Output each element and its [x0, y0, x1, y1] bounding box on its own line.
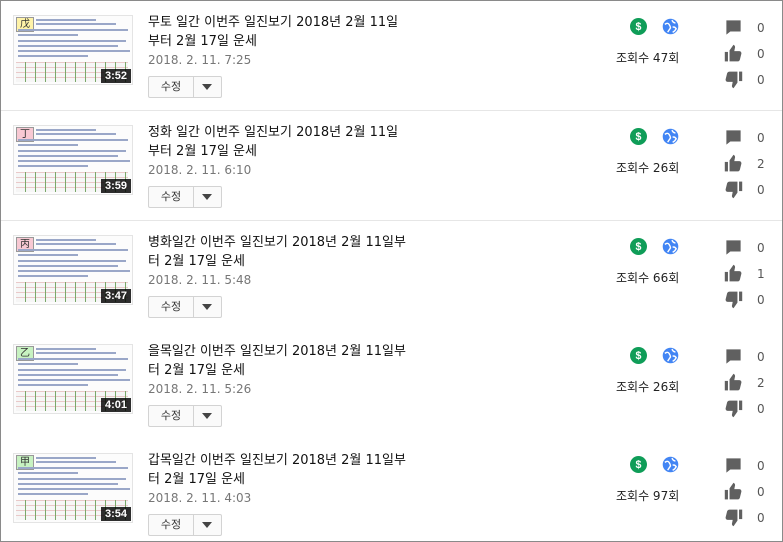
- edit-button-group: 수정: [148, 76, 222, 98]
- like-icon[interactable]: [724, 373, 743, 392]
- comment-icon[interactable]: [724, 128, 743, 147]
- comment-icon[interactable]: [724, 18, 743, 37]
- duration-badge: 3:52: [100, 69, 131, 83]
- upload-date: 2018. 2. 11. 5:26: [148, 382, 252, 396]
- video-row: 乙 4:01 을목일간 이번주 일진보기 2018년 2월 11일부터 2월 17일…: [1, 330, 782, 440]
- video-row: 戊 3:52 무토 일간 이번주 일진보기 2018년 2월 11일부터 2월 17…: [1, 1, 782, 111]
- video-title[interactable]: 을목일간 이번주 일진보기 2018년 2월 11일부터 2월 17일 운세: [148, 342, 410, 380]
- public-visibility-icon[interactable]: [662, 238, 679, 255]
- comment-count: 0: [757, 131, 765, 145]
- view-count: 조회수 66회: [616, 271, 680, 285]
- public-visibility-icon[interactable]: [662, 18, 679, 35]
- dislike-count: 0: [757, 511, 765, 525]
- duration-badge: 3:54: [100, 507, 131, 521]
- public-visibility-icon[interactable]: [662, 347, 679, 364]
- svg-text:$: $: [636, 241, 642, 253]
- upload-date: 2018. 2. 11. 4:03: [148, 491, 252, 505]
- upload-date: 2018. 2. 11. 6:10: [148, 163, 252, 177]
- video-thumbnail[interactable]: 丁 3:59: [13, 125, 133, 195]
- svg-text:$: $: [636, 459, 642, 471]
- video-thumbnail[interactable]: 丙 3:47: [13, 235, 133, 305]
- like-icon[interactable]: [724, 154, 743, 173]
- like-count: 1: [757, 267, 765, 281]
- like-count: 0: [757, 47, 765, 61]
- svg-text:$: $: [636, 131, 642, 143]
- edit-dropdown-button[interactable]: [193, 406, 221, 426]
- like-icon[interactable]: [724, 482, 743, 501]
- dislike-icon[interactable]: [724, 70, 743, 89]
- video-row: 甲 3:54 갑목일간 이번주 일진보기 2018년 2월 11일부터 2월 17일…: [1, 439, 782, 541]
- view-count: 조회수 26회: [616, 161, 680, 175]
- comment-count: 0: [757, 459, 765, 473]
- edit-button-group: 수정: [148, 514, 222, 536]
- comment-icon[interactable]: [724, 238, 743, 257]
- caret-down-icon: [202, 413, 212, 419]
- monetization-icon[interactable]: $: [630, 347, 647, 364]
- dislike-count: 0: [757, 73, 765, 87]
- caret-down-icon: [202, 84, 212, 90]
- edit-button-group: 수정: [148, 296, 222, 318]
- dislike-icon[interactable]: [724, 290, 743, 309]
- edit-button-group: 수정: [148, 405, 222, 427]
- video-row: 丁 3:59 정화 일간 이번주 일진보기 2018년 2월 11일부터 2월 17…: [1, 111, 782, 221]
- edit-button[interactable]: 수정: [149, 187, 194, 207]
- video-row: 丙 3:47 병화일간 이번주 일진보기 2018년 2월 11일부터 2월 17일…: [1, 221, 782, 331]
- view-count: 조회수 97회: [616, 489, 680, 503]
- caret-down-icon: [202, 522, 212, 528]
- public-visibility-icon[interactable]: [662, 128, 679, 145]
- video-list: 戊 3:52 무토 일간 이번주 일진보기 2018년 2월 11일부터 2월 17…: [0, 0, 783, 542]
- dislike-count: 0: [757, 402, 765, 416]
- monetization-icon[interactable]: $: [630, 128, 647, 145]
- view-count: 조회수 47회: [616, 51, 680, 65]
- like-count: 2: [757, 376, 765, 390]
- like-count: 2: [757, 157, 765, 171]
- comment-count: 0: [757, 21, 765, 35]
- duration-badge: 3:59: [100, 179, 131, 193]
- video-thumbnail[interactable]: 甲 3:54: [13, 453, 133, 523]
- duration-badge: 4:01: [100, 398, 131, 412]
- dislike-count: 0: [757, 183, 765, 197]
- upload-date: 2018. 2. 11. 7:25: [148, 53, 252, 67]
- video-title[interactable]: 병화일간 이번주 일진보기 2018년 2월 11일부터 2월 17일 운세: [148, 233, 410, 271]
- comment-count: 0: [757, 350, 765, 364]
- monetization-icon[interactable]: $: [630, 238, 647, 255]
- comment-icon[interactable]: [724, 456, 743, 475]
- dislike-icon[interactable]: [724, 508, 743, 527]
- upload-date: 2018. 2. 11. 5:48: [148, 273, 252, 287]
- edit-dropdown-button[interactable]: [193, 515, 221, 535]
- video-thumbnail[interactable]: 乙 4:01: [13, 344, 133, 414]
- duration-badge: 3:47: [100, 289, 131, 303]
- like-icon[interactable]: [724, 264, 743, 283]
- edit-button[interactable]: 수정: [149, 406, 194, 426]
- caret-down-icon: [202, 304, 212, 310]
- comment-count: 0: [757, 241, 765, 255]
- monetization-icon[interactable]: $: [630, 456, 647, 473]
- edit-dropdown-button[interactable]: [193, 297, 221, 317]
- like-count: 0: [757, 485, 765, 499]
- video-title[interactable]: 무토 일간 이번주 일진보기 2018년 2월 11일부터 2월 17일 운세: [148, 13, 410, 51]
- video-thumbnail[interactable]: 戊 3:52: [13, 15, 133, 85]
- svg-text:$: $: [636, 350, 642, 362]
- monetization-icon[interactable]: $: [630, 18, 647, 35]
- edit-dropdown-button[interactable]: [193, 77, 221, 97]
- edit-dropdown-button[interactable]: [193, 187, 221, 207]
- like-icon[interactable]: [724, 44, 743, 63]
- dislike-count: 0: [757, 293, 765, 307]
- svg-text:$: $: [636, 21, 642, 33]
- view-count: 조회수 26회: [616, 380, 680, 394]
- video-title[interactable]: 갑목일간 이번주 일진보기 2018년 2월 11일부터 2월 17일 운세: [148, 451, 410, 489]
- dislike-icon[interactable]: [724, 180, 743, 199]
- caret-down-icon: [202, 194, 212, 200]
- video-title[interactable]: 정화 일간 이번주 일진보기 2018년 2월 11일부터 2월 17일 운세: [148, 123, 410, 161]
- comment-icon[interactable]: [724, 347, 743, 366]
- edit-button[interactable]: 수정: [149, 297, 194, 317]
- edit-button[interactable]: 수정: [149, 515, 194, 535]
- public-visibility-icon[interactable]: [662, 456, 679, 473]
- dislike-icon[interactable]: [724, 399, 743, 418]
- edit-button-group: 수정: [148, 186, 222, 208]
- edit-button[interactable]: 수정: [149, 77, 194, 97]
